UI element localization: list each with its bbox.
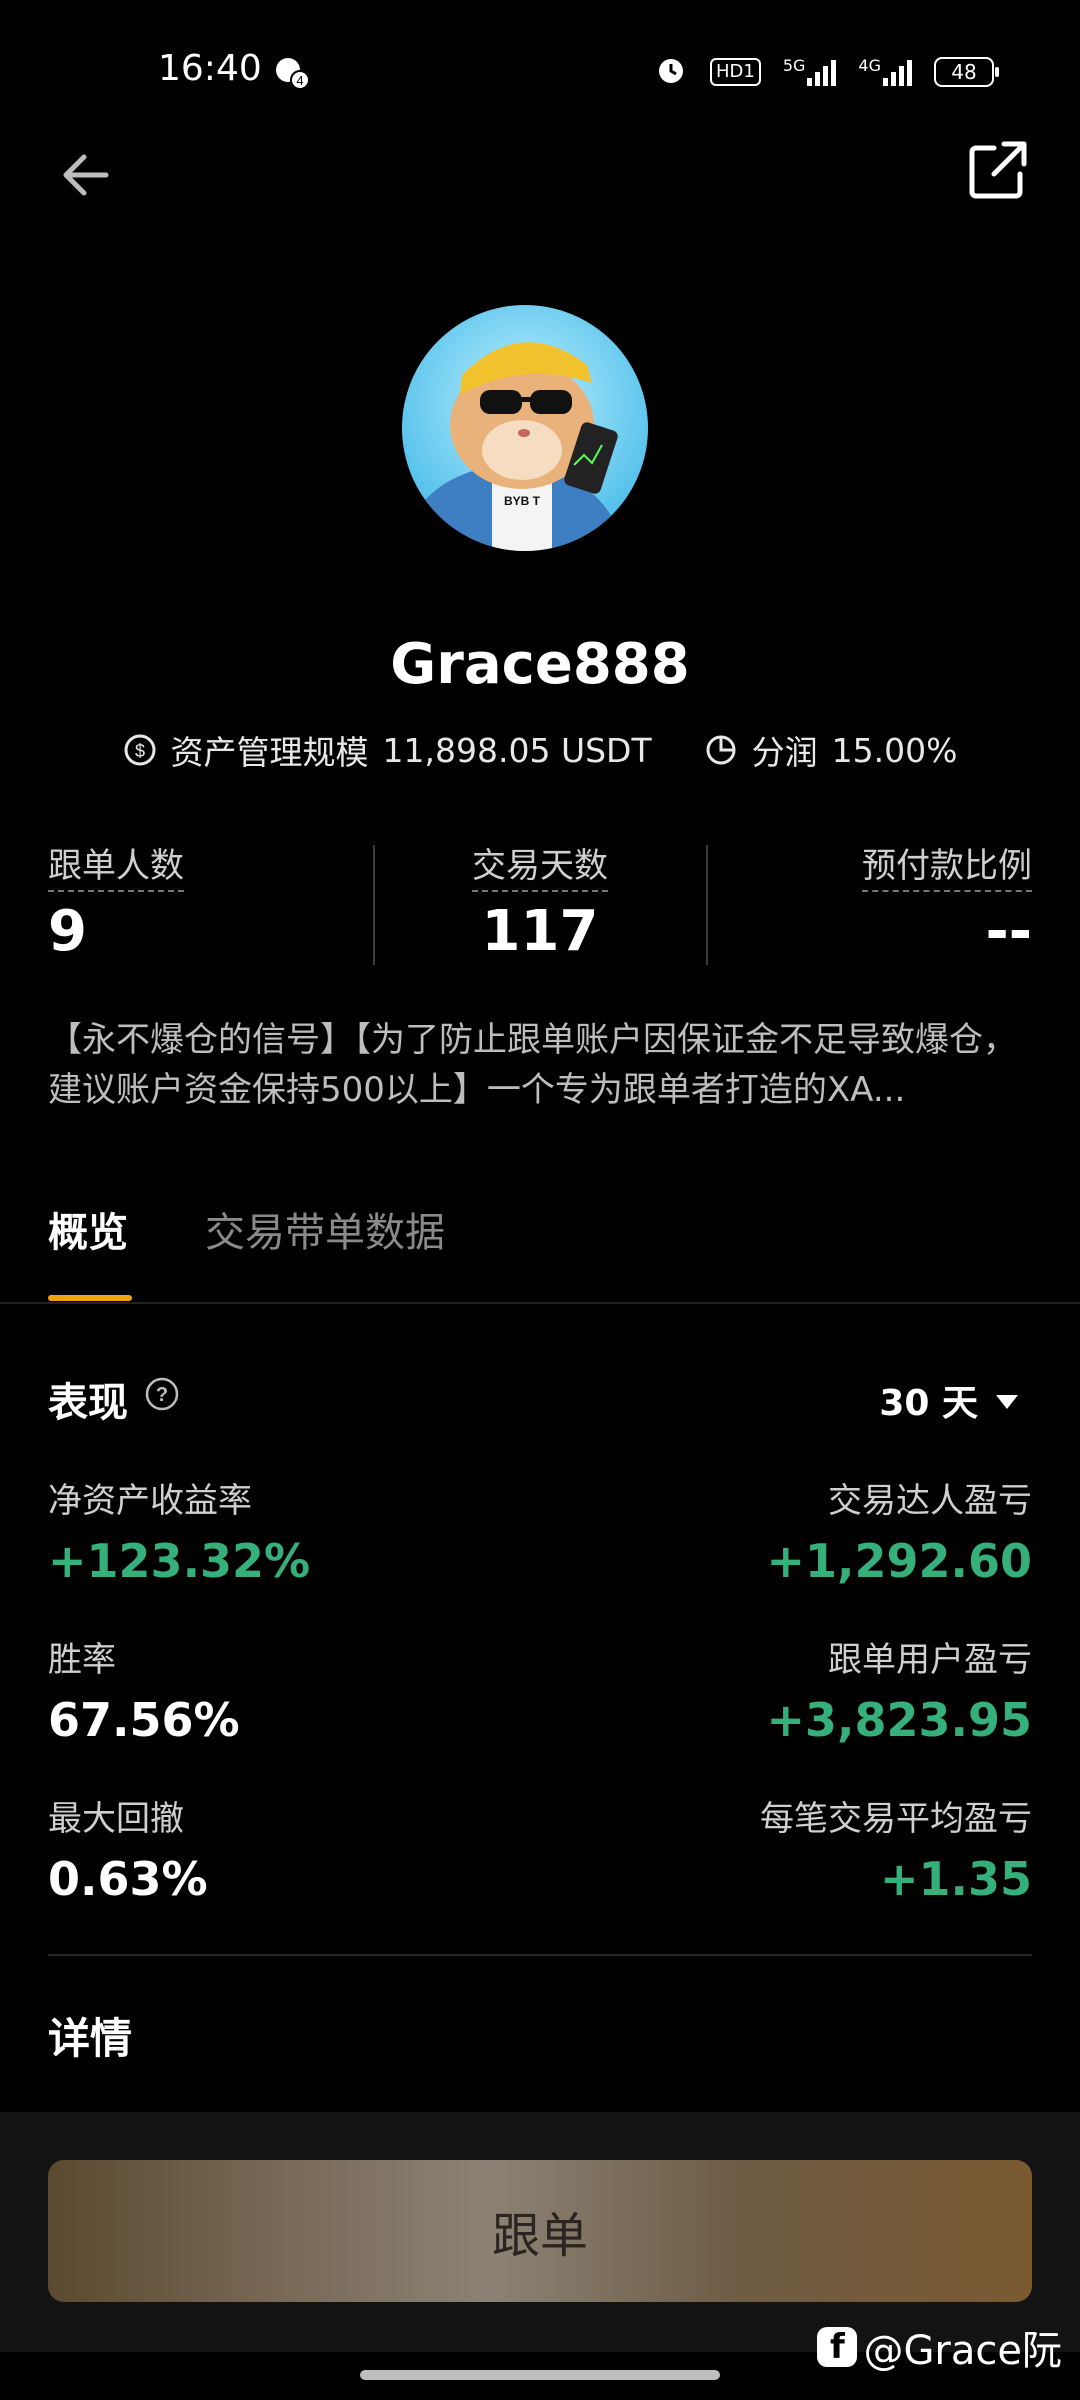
performance-title: 表现	[48, 1380, 128, 1426]
arrow-left-icon	[63, 154, 109, 196]
svg-text:4: 4	[296, 73, 303, 88]
metric-max-drawdown: 最大回撤 0.63%	[48, 1791, 208, 1906]
stat-label[interactable]: 预付款比例	[862, 846, 1032, 892]
back-button[interactable]	[56, 145, 116, 205]
external-link-icon	[969, 141, 1027, 199]
metric-value: +123.32%	[48, 1534, 311, 1588]
metric-label: 胜率	[48, 1640, 116, 1680]
tab-trading-data[interactable]: 交易带单数据	[205, 1200, 445, 1258]
signal-5g-icon: 5G	[783, 57, 837, 86]
metric-value: +1,292.60	[766, 1534, 1032, 1588]
caret-down-icon	[994, 1380, 1020, 1421]
metric-value: 0.63%	[48, 1852, 208, 1906]
status-icons: HD1 5G 4G 48	[654, 52, 999, 91]
battery-icon: 48	[934, 56, 999, 87]
facebook-icon: f	[817, 2327, 858, 2367]
avatar: BYB T	[402, 305, 648, 551]
metric-label: 每笔交易平均盈亏	[760, 1799, 1032, 1839]
stat-label[interactable]: 交易天数	[472, 846, 608, 892]
hd-badge: HD1	[709, 57, 761, 86]
metric-value: 67.56%	[48, 1693, 240, 1747]
profile-meta: $ 资产管理规模 11,898.05 USDT 分润 15.00%	[0, 726, 1080, 774]
metric-label: 净资产收益率	[48, 1481, 252, 1521]
stat-trading-days: 交易天数 117	[390, 838, 690, 964]
performance-header: 表现 ?	[48, 1370, 180, 1428]
metric-roi: 净资产收益率 +123.32%	[48, 1473, 310, 1588]
share-button[interactable]	[964, 138, 1030, 204]
pie-chart-icon	[704, 733, 738, 767]
stat-followers: 跟单人数 9	[48, 838, 184, 964]
tab-divider	[0, 1302, 1080, 1304]
metric-value: +1.35	[879, 1852, 1032, 1906]
profit-share-label: 分润	[751, 733, 818, 772]
period-value: 30 天	[879, 1383, 978, 1424]
metric-label: 交易达人盈亏	[828, 1481, 1032, 1521]
dollar-circle-icon: $	[123, 733, 157, 767]
profile-description[interactable]: 【永不爆仓的信号】【为了防止跟单账户因保证金不足导致爆仓，建议账户资金保持500…	[48, 1015, 1032, 1115]
metric-avg-pnl: 每笔交易平均盈亏 +1.35	[760, 1791, 1032, 1906]
profit-share-value: 15.00%	[831, 730, 958, 770]
stat-value: --	[985, 899, 1032, 964]
svg-text:BYB T: BYB T	[504, 494, 541, 508]
svg-text:$: $	[135, 741, 145, 761]
alarm-icon	[654, 52, 688, 91]
metric-follower-pnl: 跟单用户盈亏 +3,823.95	[766, 1632, 1032, 1747]
tab-overview[interactable]: 概览	[48, 1200, 128, 1258]
profile-name: Grace888	[390, 632, 690, 697]
signal-4g-icon: 4G	[858, 57, 912, 86]
stat-value: 117	[481, 899, 599, 964]
tab-indicator	[48, 1295, 132, 1301]
divider	[706, 845, 708, 965]
notification-icon: 4	[272, 52, 312, 92]
metric-win-rate: 胜率 67.56%	[48, 1632, 240, 1747]
help-icon[interactable]: ?	[144, 1376, 180, 1422]
stat-margin-ratio: 预付款比例 --	[862, 838, 1032, 964]
metric-trader-pnl: 交易达人盈亏 +1,292.60	[766, 1473, 1032, 1588]
metric-label: 跟单用户盈亏	[828, 1640, 1032, 1680]
home-indicator[interactable]	[360, 2370, 720, 2380]
metric-label: 最大回撤	[48, 1799, 184, 1839]
follow-button[interactable]: 跟单	[48, 2160, 1032, 2302]
period-selector[interactable]: 30 天	[879, 1374, 1020, 1426]
details-title: 详情	[48, 2014, 133, 2063]
stat-value: 9	[48, 899, 87, 964]
svg-text:?: ?	[156, 1384, 168, 1406]
stat-label[interactable]: 跟单人数	[48, 846, 184, 892]
watermark: f @Grace阮	[817, 2318, 1062, 2376]
aum-value: 11,898.05 USDT	[382, 730, 652, 770]
status-time: 16:40	[158, 48, 262, 89]
divider	[373, 845, 375, 965]
metric-value: +3,823.95	[766, 1693, 1032, 1747]
aum-label: 资产管理规模	[170, 733, 369, 772]
section-divider	[48, 1954, 1032, 1956]
